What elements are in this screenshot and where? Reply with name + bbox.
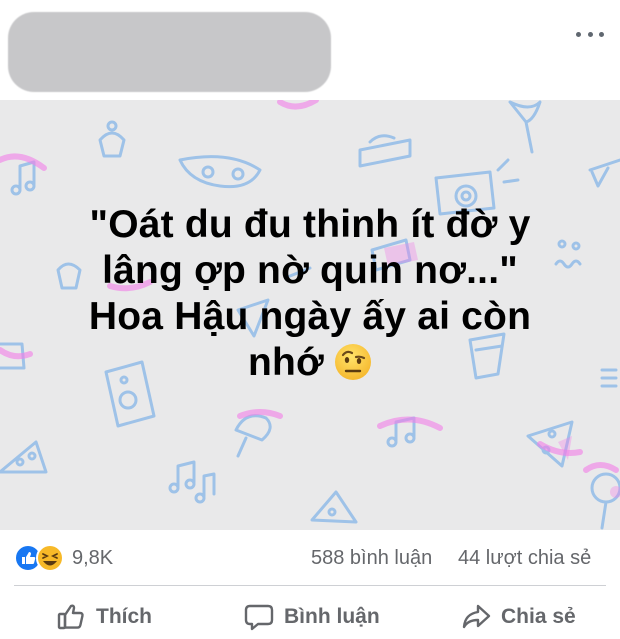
comment-count[interactable]: 588 bình luận <box>311 547 432 570</box>
share-count[interactable]: 44 lượt chia sẻ <box>458 547 591 570</box>
share-arrow-icon <box>462 604 491 629</box>
comment-label: Bình luận <box>284 605 380 628</box>
face-with-raised-eyebrow-icon <box>334 343 372 392</box>
caption-line-1: "Oát du đu thinh ít đờ y <box>89 203 531 246</box>
post-actions: Thích Bình luận Chia sẻ <box>0 592 620 639</box>
caption-line-4-text: nhớ <box>248 341 324 384</box>
post-stats: 9,8K 588 bình luận 44 lượt chia sẻ <box>0 530 620 586</box>
reaction-count[interactable]: 9,8K <box>72 547 113 570</box>
caption-line-2: lâng ợp nờ quin nơ..." <box>102 249 518 292</box>
more-horizontal-icon <box>576 31 581 37</box>
speech-bubble-icon <box>244 604 274 631</box>
thumbs-up-icon <box>57 604 84 630</box>
post-header <box>0 0 620 100</box>
like-button[interactable]: Thích <box>56 602 152 632</box>
like-label: Thích <box>96 605 152 628</box>
caption-line-3: Hoa Hậu ngày ấy ai còn <box>88 295 532 338</box>
haha-reaction-icon <box>36 544 64 572</box>
post-image[interactable]: "Oát du đu thinh ít đờ y lâng ợp nờ quin… <box>0 100 620 530</box>
more-options-button[interactable] <box>576 22 604 46</box>
share-button[interactable]: Chia sẻ <box>461 602 576 632</box>
divider <box>14 585 606 586</box>
caption-line-4: nhớ <box>0 340 620 392</box>
comment-button[interactable]: Bình luận <box>244 602 380 632</box>
blurred-author-info <box>8 12 331 92</box>
reaction-icons[interactable] <box>14 543 70 573</box>
share-label: Chia sẻ <box>501 605 576 628</box>
image-caption: "Oát du đu thinh ít đờ y lâng ợp nờ quin… <box>0 202 620 392</box>
